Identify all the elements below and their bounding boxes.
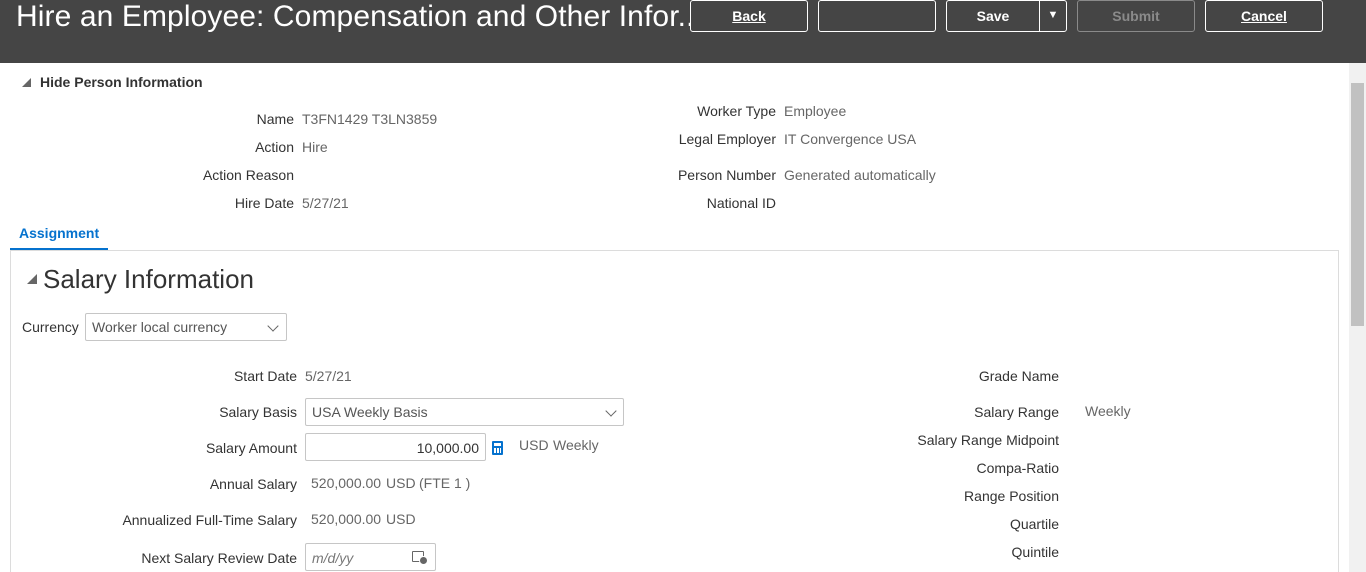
- collapse-triangle-icon: [22, 78, 31, 87]
- person-number-label: Person Number: [677, 167, 776, 183]
- name-value: T3FN1429 T3LN3859: [302, 111, 438, 127]
- back-button-label: Back: [732, 8, 766, 24]
- chevron-down-icon: [605, 405, 617, 417]
- collapse-triangle-icon: [27, 274, 37, 284]
- annualized-salary-currency: USD: [386, 511, 416, 527]
- next-review-date-label: Next Salary Review Date: [141, 550, 297, 566]
- calculator-icon[interactable]: [492, 441, 503, 455]
- page-title: Hire an Employee: Compensation and Other…: [16, 0, 703, 33]
- legal-employer-label: Legal Employer: [678, 131, 776, 147]
- quintile-label: Quintile: [1011, 544, 1059, 560]
- quartile-label: Quartile: [1009, 516, 1059, 532]
- salary-section-title: Salary Information: [43, 264, 254, 294]
- salary-basis-select-value: USA Weekly Basis: [312, 404, 428, 420]
- annual-salary-currency: USD: [386, 475, 416, 491]
- chevron-down-icon: [267, 320, 279, 332]
- range-position-label: Range Position: [964, 488, 1059, 504]
- start-date-label: Start Date: [233, 368, 297, 384]
- tab-assignment-label: Assignment: [19, 225, 100, 241]
- compa-ratio-label: Compa-Ratio: [976, 460, 1059, 476]
- annualized-salary-label: Annualized Full-Time Salary: [122, 512, 297, 528]
- annualized-salary-value: 520,000.00: [311, 511, 382, 527]
- page-header: Hire an Employee: Compensation and Other…: [0, 0, 1366, 63]
- back-button[interactable]: Back: [690, 0, 808, 32]
- person-number-value: Generated automatically: [784, 167, 936, 183]
- currency-label: Currency: [22, 319, 79, 335]
- save-split-button: Save ▼: [946, 0, 1067, 32]
- scrollbar-thumb[interactable]: [1351, 83, 1364, 326]
- salary-range-value: Weekly: [1085, 403, 1131, 419]
- hire-date-value: 5/27/21: [302, 195, 349, 211]
- salary-amount-currency: USD: [519, 437, 549, 453]
- clock-badge: [419, 556, 428, 565]
- grade-name-label: Grade Name: [978, 368, 1059, 384]
- salary-range-midpoint-label: Salary Range Midpoint: [917, 432, 1059, 448]
- vertical-scrollbar[interactable]: [1349, 63, 1366, 572]
- currency-select-value: Worker local currency: [92, 319, 228, 335]
- action-value: Hire: [302, 139, 328, 155]
- annual-salary-value: 520,000.00: [311, 475, 382, 491]
- worker-type-label: Worker Type: [697, 103, 776, 119]
- salary-amount-input[interactable]: 10,000.00: [305, 433, 486, 461]
- save-button[interactable]: Save: [947, 1, 1039, 31]
- page-root: Hire an Employee: Compensation and Other…: [0, 0, 1366, 572]
- save-menu-arrow-icon[interactable]: ▼: [1040, 1, 1066, 31]
- salary-range-label: Salary Range: [974, 404, 1059, 420]
- salary-amount-value: 10,000.00: [416, 440, 479, 456]
- salary-basis-label: Salary Basis: [219, 404, 297, 420]
- hire-date-label: Hire Date: [234, 195, 294, 211]
- legal-employer-value: IT Convergence USA: [784, 131, 917, 147]
- action-reason-label: Action Reason: [202, 167, 294, 183]
- salary-amount-label: Salary Amount: [205, 440, 297, 456]
- submit-button[interactable]: Submit: [1077, 0, 1195, 32]
- calendar-icon[interactable]: [412, 549, 428, 565]
- currency-select[interactable]: Worker local currency: [85, 313, 287, 341]
- hide-person-info-label: Hide Person Information: [40, 74, 203, 90]
- blank-button[interactable]: [818, 0, 936, 32]
- annual-salary-label: Annual Salary: [209, 476, 297, 492]
- salary-section-header[interactable]: Salary Information: [27, 264, 254, 295]
- cancel-button[interactable]: Cancel: [1205, 0, 1323, 32]
- salary-amount-frequency: Weekly: [553, 437, 599, 453]
- start-date-value: 5/27/21: [305, 368, 352, 384]
- name-label: Name: [256, 111, 294, 127]
- tab-assignment[interactable]: Assignment: [10, 224, 108, 251]
- national-id-label: National ID: [706, 195, 776, 211]
- worker-type-value: Employee: [784, 103, 847, 119]
- salary-basis-select[interactable]: USA Weekly Basis: [305, 398, 624, 426]
- cancel-button-label: Cancel: [1241, 8, 1287, 24]
- annual-salary-fte: (FTE 1 ): [419, 475, 471, 491]
- action-label: Action: [255, 139, 294, 155]
- hide-person-info-toggle[interactable]: Hide Person Information: [22, 74, 203, 90]
- next-review-date-placeholder: m/d/yy: [312, 550, 354, 566]
